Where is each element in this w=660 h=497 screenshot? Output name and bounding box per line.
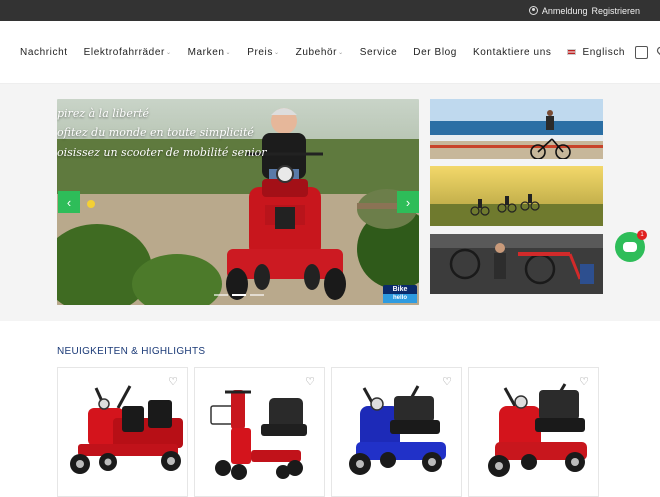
logo-text-bottom: hello <box>383 294 417 303</box>
nav-label: Zubehör <box>295 46 338 58</box>
register-link[interactable]: Registrieren <box>591 6 640 16</box>
chevron-down-icon: ⌄ <box>165 49 172 56</box>
cart-icon[interactable] <box>635 45 649 59</box>
nav-item-zubehoer[interactable]: Zubehör ⌄ <box>296 47 344 58</box>
nav-item-nachricht[interactable]: Nachricht <box>20 47 68 58</box>
wishlist-heart-icon[interactable]: ♡ <box>305 375 315 388</box>
nav-item-elektrofahrraeder[interactable]: Elektrofahrräder ⌄ <box>84 47 172 58</box>
bikehello-logo: Bike hello <box>383 285 417 303</box>
nav-item-blog[interactable]: Der Blog <box>413 47 457 58</box>
logo-text-top: Bike <box>392 286 408 293</box>
nav-label: Kontaktiere uns <box>472 46 552 58</box>
chat-button[interactable]: 1 <box>615 230 647 262</box>
chat-badge: 1 <box>637 230 647 240</box>
beach-image <box>430 99 603 159</box>
nav-label: Marken <box>187 46 225 58</box>
nav-item-service[interactable]: Service <box>360 47 398 58</box>
main-nav: Nachricht Elektrofahrräder ⌄ Marken ⌄ Prei… <box>0 21 660 84</box>
product-card[interactable]: ♡ <box>468 367 599 497</box>
side-banner-beach[interactable] <box>430 99 603 159</box>
product-card[interactable]: ♡ <box>331 367 462 497</box>
hero-line-2: ofitez du monde en toute simplicité <box>57 126 254 139</box>
side-banner-workshop[interactable] <box>430 234 603 294</box>
slider-dot[interactable] <box>214 294 228 296</box>
nav-item-marken[interactable]: Marken ⌄ <box>188 47 232 58</box>
login-link[interactable]: Anmeldung <box>542 6 588 16</box>
hero-slider[interactable]: pirez à la liberté ofitez du monde en to… <box>57 99 419 305</box>
heart-icon[interactable] <box>656 45 660 59</box>
wishlist-heart-icon[interactable]: ♡ <box>168 375 178 388</box>
hero-section: pirez à la liberté ofitez du monde en to… <box>0 84 660 321</box>
chevron-down-icon: ⌄ <box>225 49 232 56</box>
language-switcher[interactable]: Englisch <box>567 47 625 58</box>
side-banner-sunset[interactable] <box>430 166 603 226</box>
user-icon <box>528 6 538 15</box>
nav-label: Elektrofahrräder <box>83 46 165 58</box>
product-card[interactable]: ♡ <box>194 367 325 497</box>
nav-label: Service <box>359 46 398 58</box>
flag-icon <box>567 49 577 55</box>
chat-icon <box>623 242 637 252</box>
hero-line-3: oisissez un scooter de mobilité senior <box>57 146 267 159</box>
section-title: NEUIGKEITEN & HIGHLIGHTS <box>57 346 206 357</box>
language-label: Englisch <box>582 46 626 58</box>
nav-item-kontakt[interactable]: Kontaktiere uns <box>473 47 552 58</box>
slider-dot[interactable] <box>250 294 264 296</box>
header-icons <box>635 45 660 59</box>
slider-prev-button[interactable]: ‹ <box>58 191 80 213</box>
slider-dots <box>214 294 264 296</box>
nav-label: Preis <box>247 46 273 58</box>
nav-label: Der Blog <box>413 46 457 58</box>
workshop-image <box>430 234 603 294</box>
slider-dot-active[interactable] <box>232 294 246 296</box>
slider-next-button[interactable]: › <box>397 191 419 213</box>
product-list: ♡ ♡ ♡ ♡ <box>57 367 599 497</box>
chevron-down-icon: ⌄ <box>338 49 344 56</box>
sunset-image <box>430 166 603 226</box>
nav-item-preis[interactable]: Preis ⌄ <box>247 47 279 58</box>
wishlist-heart-icon[interactable]: ♡ <box>579 375 589 388</box>
top-bar: Anmeldung Registrieren <box>0 0 660 21</box>
nav-label: Nachricht <box>20 46 68 58</box>
hero-line-1: pirez à la liberté <box>57 107 150 120</box>
chevron-down-icon: ⌄ <box>273 49 280 56</box>
product-card[interactable]: ♡ <box>57 367 188 497</box>
wishlist-heart-icon[interactable]: ♡ <box>442 375 452 388</box>
